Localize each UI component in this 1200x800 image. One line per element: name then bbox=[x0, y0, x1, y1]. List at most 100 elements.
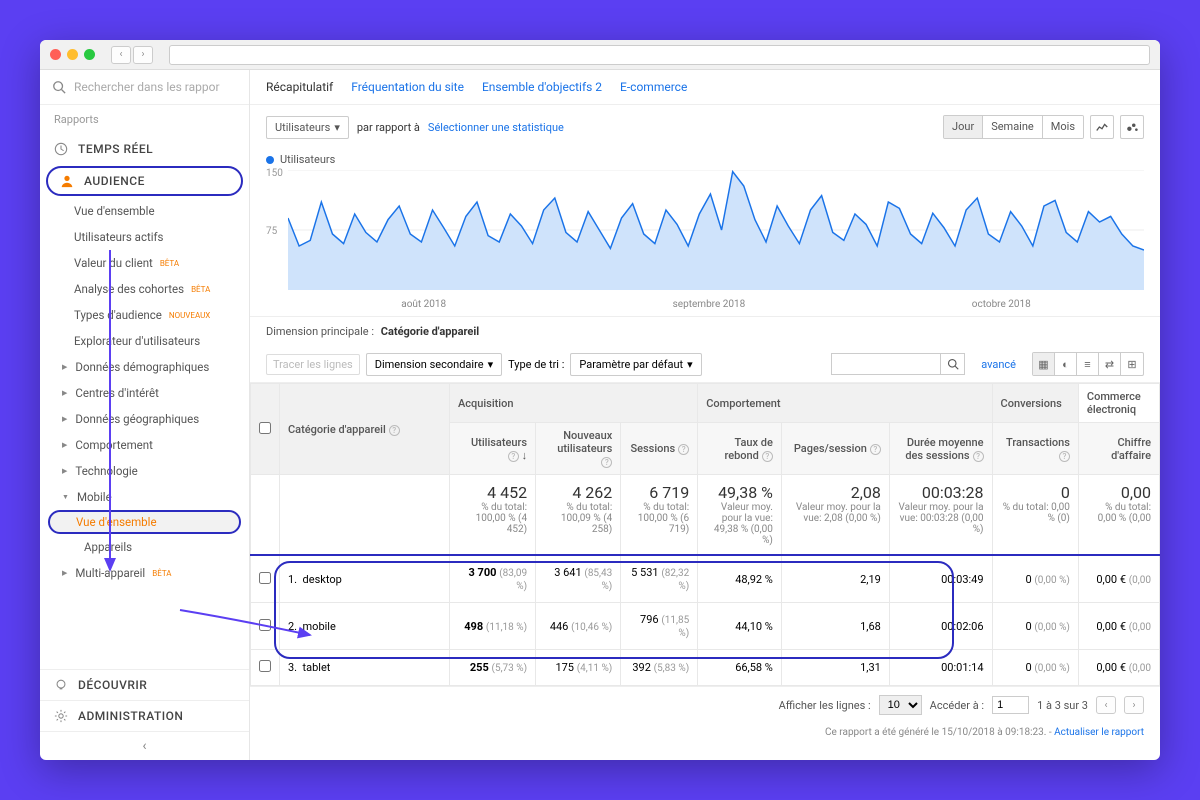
table-view-toggle: ▦ ◐ ≡ ⇄ ⊞ bbox=[1032, 352, 1144, 376]
nav-administration[interactable]: ADMINISTRATION bbox=[40, 700, 249, 731]
col-transactions[interactable]: Transactions? bbox=[992, 423, 1078, 475]
granularity-jour[interactable]: Jour bbox=[944, 116, 983, 138]
tab-objectifs[interactable]: Ensemble d'objectifs 2 bbox=[482, 80, 602, 94]
view-compare-icon[interactable]: ⇄ bbox=[1099, 353, 1121, 375]
clock-icon bbox=[54, 142, 68, 156]
view-pie-icon[interactable]: ◐ bbox=[1055, 353, 1077, 375]
window-titlebar: ‹ › bbox=[40, 40, 1160, 70]
search-icon bbox=[52, 80, 66, 94]
granularity-semaine[interactable]: Semaine bbox=[983, 116, 1043, 138]
nav-decouvrir[interactable]: DÉCOUVRIR bbox=[40, 669, 249, 700]
goto-page-input[interactable] bbox=[992, 696, 1029, 714]
nav-audience-valeur[interactable]: Valeur du clientBÊTA bbox=[40, 250, 249, 276]
table-row[interactable]: 3. tablet255 (5,73 %)175 (4,11 %)392 (5,… bbox=[251, 650, 1160, 686]
nav-temps-reel[interactable]: TEMPS RÉEL bbox=[40, 134, 249, 164]
metric-dropdown[interactable]: Utilisateurs▾ bbox=[266, 116, 349, 139]
help-icon[interactable]: ? bbox=[1059, 451, 1070, 462]
col-new-users[interactable]: Nouveaux utilisateurs? bbox=[536, 423, 621, 475]
advanced-link[interactable]: avancé bbox=[981, 358, 1016, 371]
help-icon[interactable]: ? bbox=[389, 425, 400, 436]
sort-type-label: Type de tri : bbox=[508, 358, 564, 371]
tab-ecommerce[interactable]: E-commerce bbox=[620, 80, 687, 94]
view-table-icon[interactable]: ▦ bbox=[1033, 353, 1055, 375]
col-duration[interactable]: Durée moyenne des sessions? bbox=[889, 423, 992, 475]
conversions-tab[interactable]: Commerce électroniq bbox=[1078, 384, 1159, 423]
forward-button[interactable]: › bbox=[133, 46, 153, 64]
row-checkbox[interactable] bbox=[259, 572, 271, 584]
section-label-rapports: Rapports bbox=[40, 105, 249, 134]
table-row[interactable]: 1. desktop3 700 (83,09 %)3 641 (85,43 %)… bbox=[251, 555, 1160, 603]
nav-mobile-vue[interactable]: Vue d'ensemble bbox=[48, 510, 241, 534]
back-button[interactable]: ‹ bbox=[111, 46, 131, 64]
nav-audience-label: AUDIENCE bbox=[84, 174, 145, 188]
nav-audience[interactable]: AUDIENCE bbox=[56, 172, 233, 190]
refresh-report-link[interactable]: Actualiser le rapport bbox=[1054, 727, 1144, 738]
col-pps[interactable]: Pages/session? bbox=[781, 423, 889, 475]
nav-audience-comportement[interactable]: Comportement bbox=[40, 432, 249, 458]
help-icon[interactable]: ? bbox=[762, 451, 773, 462]
help-icon[interactable]: ? bbox=[508, 451, 519, 462]
plot-rows-button: Tracer les lignes bbox=[266, 354, 360, 375]
person-icon bbox=[60, 174, 74, 188]
col-users[interactable]: Utilisateurs? ↓ bbox=[450, 423, 536, 475]
nav-audience-mobile[interactable]: Mobile bbox=[40, 484, 249, 510]
nav-audience-geo[interactable]: Données géographiques bbox=[40, 406, 249, 432]
nav-audience-cohortes[interactable]: Analyse des cohortesBÊTA bbox=[40, 276, 249, 302]
next-page-button[interactable]: › bbox=[1124, 696, 1144, 714]
ytick-150: 150 bbox=[266, 168, 283, 179]
view-pivot-icon[interactable]: ⊞ bbox=[1121, 353, 1143, 375]
table-search-input[interactable] bbox=[831, 353, 941, 375]
minimize-window-button[interactable] bbox=[67, 49, 78, 60]
tab-frequentation[interactable]: Fréquentation du site bbox=[351, 80, 464, 94]
table-footer: Afficher les lignes : 10 Accéder à : 1 à… bbox=[250, 686, 1160, 723]
maximize-window-button[interactable] bbox=[84, 49, 95, 60]
row-checkbox[interactable] bbox=[259, 619, 271, 631]
address-bar[interactable] bbox=[169, 45, 1150, 65]
nav-audience-multi[interactable]: Multi-appareilBÊTA bbox=[40, 560, 249, 586]
secondary-dimension-dropdown[interactable]: Dimension secondaire▾ bbox=[366, 353, 502, 376]
group-comportement: Comportement bbox=[698, 384, 992, 423]
goto-label: Accéder à : bbox=[930, 699, 984, 712]
help-icon[interactable]: ? bbox=[678, 444, 689, 455]
sort-desc-icon: ↓ bbox=[522, 449, 528, 462]
select-stat-link[interactable]: Sélectionner une statistique bbox=[428, 121, 564, 134]
tab-recap[interactable]: Récapitulatif bbox=[266, 80, 333, 94]
nav-audience-types[interactable]: Types d'audienceNOUVEAUX bbox=[40, 302, 249, 328]
legend-bullet-icon bbox=[266, 156, 274, 164]
table-row[interactable]: 2. mobile498 (11,18 %)446 (10,46 %)796 (… bbox=[251, 603, 1160, 650]
xtick: septembre 2018 bbox=[673, 299, 746, 310]
group-conversions: Conversions bbox=[992, 384, 1078, 423]
nav-audience-demo[interactable]: Données démographiques bbox=[40, 354, 249, 380]
col-bounce[interactable]: Taux de rebond? bbox=[698, 423, 782, 475]
nav-audience-actifs[interactable]: Utilisateurs actifs bbox=[40, 224, 249, 250]
rows-per-page-select[interactable]: 10 bbox=[879, 695, 922, 715]
sidebar-collapse-toggle[interactable]: ‹ bbox=[40, 731, 249, 760]
chart-motion-icon[interactable] bbox=[1120, 115, 1144, 139]
new-badge: NOUVEAUX bbox=[166, 311, 213, 320]
close-window-button[interactable] bbox=[50, 49, 61, 60]
col-sessions[interactable]: Sessions? bbox=[621, 423, 698, 475]
xtick: août 2018 bbox=[401, 299, 446, 310]
nav-audience-explorateur[interactable]: Explorateur d'utilisateurs bbox=[40, 328, 249, 354]
chart-line-icon[interactable] bbox=[1090, 115, 1114, 139]
legend-users-label: Utilisateurs bbox=[280, 153, 335, 166]
prev-page-button[interactable]: ‹ bbox=[1096, 696, 1116, 714]
search-placeholder[interactable]: Rechercher dans les rappor bbox=[74, 80, 220, 94]
row-checkbox[interactable] bbox=[259, 660, 271, 672]
view-bar-icon[interactable]: ≡ bbox=[1077, 353, 1099, 375]
nav-audience-techno[interactable]: Technologie bbox=[40, 458, 249, 484]
help-icon[interactable]: ? bbox=[973, 451, 984, 462]
nav-audience-vue[interactable]: Vue d'ensemble bbox=[40, 198, 249, 224]
select-all-checkbox[interactable] bbox=[259, 422, 271, 434]
primary-dimension-value[interactable]: Catégorie d'appareil bbox=[381, 325, 479, 338]
granularity-mois[interactable]: Mois bbox=[1043, 116, 1083, 138]
table-search-button[interactable] bbox=[941, 353, 965, 375]
beta-badge: BÊTA bbox=[188, 285, 213, 294]
help-icon[interactable]: ? bbox=[870, 444, 881, 455]
nav-mobile-appareils[interactable]: Appareils bbox=[40, 534, 249, 560]
col-revenue[interactable]: Chiffre d'affaire bbox=[1078, 423, 1159, 475]
nav-audience-interet[interactable]: Centres d'intérêt bbox=[40, 380, 249, 406]
sort-type-dropdown[interactable]: Paramètre par défaut▾ bbox=[570, 353, 701, 376]
help-icon[interactable]: ? bbox=[601, 457, 612, 468]
page-range: 1 à 3 sur 3 bbox=[1037, 699, 1088, 712]
